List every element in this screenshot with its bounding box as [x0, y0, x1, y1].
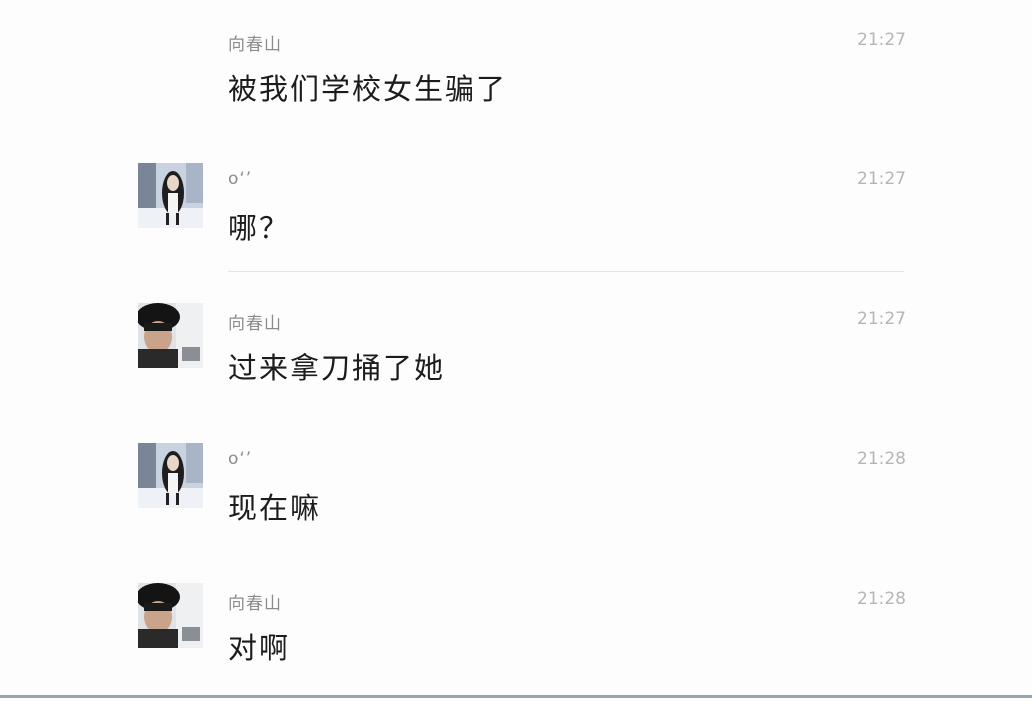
message-text[interactable]: 过来拿刀捅了她 [228, 345, 445, 387]
message-item[interactable]: 向春山 21:27 被我们学校女生骗了 [0, 24, 1032, 154]
message-item[interactable]: o‘’ 21:28 现在嘛 [0, 443, 1032, 573]
message-item[interactable]: 向春山 21:27 过来拿刀捅了她 [0, 303, 1032, 433]
girl-avatar-image [138, 163, 203, 228]
avatar[interactable] [138, 163, 203, 228]
sender-name[interactable]: 向春山 [228, 309, 282, 334]
message-item[interactable]: 向春山 21:28 对啊 [0, 583, 1032, 713]
sender-name[interactable]: 向春山 [228, 30, 282, 55]
message-time: 21:27 [857, 169, 906, 189]
guy-avatar-image [138, 303, 203, 368]
divider [228, 271, 904, 272]
message-text[interactable]: 现在嘛 [228, 485, 321, 527]
avatar[interactable] [138, 303, 203, 368]
message-time: 21:28 [857, 449, 906, 469]
girl-avatar-image [138, 443, 203, 508]
avatar[interactable] [138, 443, 203, 508]
message-text[interactable]: 被我们学校女生骗了 [228, 66, 507, 108]
sender-name[interactable]: o‘’ [228, 169, 252, 189]
sender-name[interactable]: 向春山 [228, 589, 282, 614]
message-item[interactable]: o‘’ 21:27 哪？ [0, 163, 1032, 293]
message-text[interactable]: 对啊 [228, 625, 290, 667]
message-time: 21:28 [857, 589, 906, 609]
sender-name[interactable]: o‘’ [228, 449, 252, 469]
message-text[interactable]: 哪？ [228, 205, 290, 247]
message-time: 21:27 [857, 309, 906, 329]
message-time: 21:27 [857, 30, 906, 50]
guy-avatar-image [138, 583, 203, 648]
avatar[interactable] [138, 583, 203, 648]
chat-history: 向春山 21:27 被我们学校女生骗了 o‘’ 21:27 哪？ 向春山 21:… [0, 0, 1032, 698]
